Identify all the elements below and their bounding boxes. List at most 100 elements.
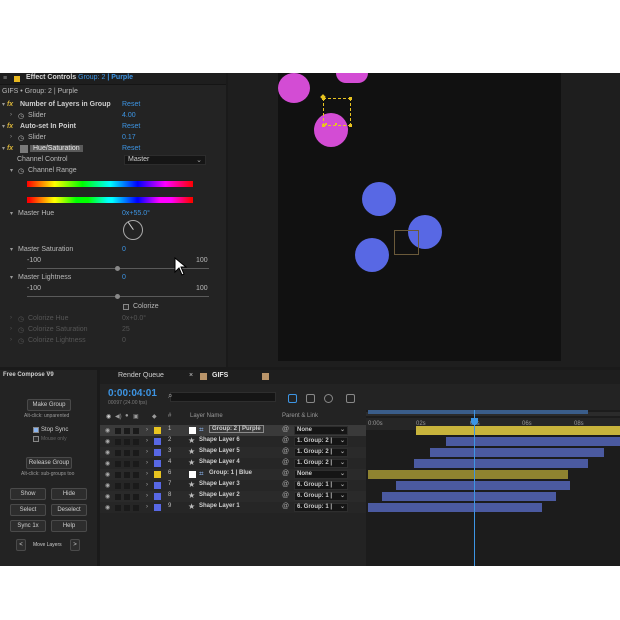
layer-duration-bar[interactable] <box>430 448 604 457</box>
layer-row[interactable]: ◉ › 8 ★ Shape Layer 2 @6. Group: 1 | ⌄ <box>100 491 366 502</box>
mouse-only-checkbox[interactable] <box>33 436 39 442</box>
saturation-slider-knob[interactable] <box>115 266 120 271</box>
comp-flowchart-icon[interactable] <box>288 394 297 403</box>
layer-duration-bar[interactable] <box>446 437 620 446</box>
selection-handle[interactable] <box>349 124 352 127</box>
solo-toggle[interactable] <box>124 494 130 500</box>
parent-dropdown[interactable]: None ⌄ <box>294 470 348 479</box>
lock-toggle[interactable] <box>133 439 139 445</box>
panel-menu-icon[interactable]: ≡ <box>3 75 7 82</box>
parent-pickwhip-icon[interactable]: @ <box>282 470 289 477</box>
eye-icon[interactable]: ◉ <box>105 504 110 511</box>
lock-toggle[interactable] <box>133 461 139 467</box>
label-color-swatch[interactable] <box>154 460 161 467</box>
stopwatch-icon[interactable]: ◷ <box>18 112 24 120</box>
parent-dropdown[interactable]: 6. Group: 1 | ⌄ <box>294 481 348 490</box>
parent-pickwhip-icon[interactable]: @ <box>282 492 289 499</box>
collapse-arrow-icon[interactable]: ▾ <box>10 246 13 253</box>
layer-name[interactable]: Shape Layer 5 <box>199 448 240 454</box>
eye-icon[interactable]: ◉ <box>105 493 110 500</box>
solo-toggle[interactable] <box>124 428 130 434</box>
close-icon[interactable]: × <box>189 372 193 379</box>
parent-dropdown[interactable]: 6. Group: 1 | ⌄ <box>294 492 348 501</box>
layer-name[interactable]: Shape Layer 4 <box>199 459 240 465</box>
master-hue-dial[interactable] <box>123 220 143 240</box>
slider-value[interactable]: 4.00 <box>122 112 136 119</box>
expand-arrow-icon[interactable]: › <box>146 460 148 466</box>
eye-icon[interactable]: ◉ <box>105 449 110 456</box>
parent-pickwhip-icon[interactable]: @ <box>282 426 289 433</box>
layer-duration-bar[interactable] <box>368 470 568 479</box>
audio-toggle[interactable] <box>115 450 121 456</box>
lock-toggle[interactable] <box>133 483 139 489</box>
expand-arrow-icon[interactable]: › <box>146 504 148 510</box>
colorize-checkbox[interactable] <box>123 304 129 310</box>
channel-range-top-bar[interactable] <box>27 181 193 187</box>
parent-pickwhip-icon[interactable]: @ <box>282 459 289 466</box>
lock-toggle[interactable] <box>133 505 139 511</box>
tab-gifs[interactable]: GIFS <box>212 372 228 379</box>
solo-toggle[interactable] <box>124 505 130 511</box>
parent-dropdown[interactable]: 6. Group: 1 | ⌄ <box>294 503 348 512</box>
reset-button[interactable]: Reset <box>122 123 140 130</box>
collapse-arrow-icon[interactable]: ▾ <box>10 210 13 217</box>
label-color-swatch[interactable] <box>154 471 161 478</box>
layer-name[interactable]: Shape Layer 3 <box>199 481 240 487</box>
solo-toggle[interactable] <box>124 461 130 467</box>
reset-button[interactable]: Reset <box>122 101 140 108</box>
audio-toggle[interactable] <box>115 483 121 489</box>
expand-arrow-icon[interactable]: › <box>146 482 148 488</box>
stopwatch-icon[interactable]: ◷ <box>18 134 24 142</box>
layer-name[interactable]: Shape Layer 2 <box>199 492 240 498</box>
move-layers-left-button[interactable]: < <box>16 539 26 551</box>
effect-controls-tab[interactable]: Effect Controls Group: 2 | Purple <box>26 74 133 81</box>
move-layers-right-button[interactable]: > <box>70 539 80 551</box>
parent-dropdown[interactable]: 1. Group: 2 | ⌄ <box>294 437 348 446</box>
lock-toggle[interactable] <box>133 494 139 500</box>
motion-blur-icon[interactable] <box>324 394 333 403</box>
current-time-indicator[interactable] <box>474 410 475 566</box>
expand-arrow-icon[interactable]: › <box>146 493 148 499</box>
layer-name[interactable]: Group: 2 | Purple <box>209 425 264 433</box>
deselect-button[interactable]: Deselect <box>51 504 87 516</box>
parent-dropdown[interactable]: None ⌄ <box>294 426 348 435</box>
parent-pickwhip-icon[interactable]: @ <box>282 503 289 510</box>
channel-control-dropdown[interactable]: Master ⌄ <box>124 155 206 165</box>
expand-arrow-icon[interactable]: › <box>146 427 148 433</box>
selection-handle[interactable] <box>349 97 352 100</box>
layer-search-input[interactable]: ⌕ <box>168 391 276 402</box>
draft-3d-icon[interactable] <box>306 394 315 403</box>
solo-toggle[interactable] <box>124 439 130 445</box>
label-color-swatch[interactable] <box>154 427 161 434</box>
work-area-range[interactable] <box>368 410 588 414</box>
timeline-tracks[interactable]: 0:00s 02s 04s 06s 08s <box>366 410 620 566</box>
release-group-button[interactable]: Release Group <box>26 457 72 469</box>
audio-toggle[interactable] <box>115 472 121 478</box>
lock-toggle[interactable] <box>133 472 139 478</box>
eye-icon[interactable]: ◉ <box>105 482 110 489</box>
playhead-handle[interactable] <box>471 418 478 425</box>
eye-icon[interactable]: ◉ <box>105 460 110 467</box>
stopwatch-icon[interactable]: ◷ <box>18 167 24 175</box>
master-saturation-value[interactable]: 0 <box>122 246 126 253</box>
select-button[interactable]: Select <box>10 504 46 516</box>
composition-canvas[interactable] <box>278 73 561 361</box>
layer-duration-bar[interactable] <box>396 481 570 490</box>
expand-arrow-icon[interactable]: › <box>146 438 148 444</box>
label-color-swatch[interactable] <box>154 504 161 511</box>
solo-toggle[interactable] <box>124 450 130 456</box>
layer-duration-bar[interactable] <box>368 503 542 512</box>
layer-row[interactable]: ◉ › 3 ★ Shape Layer 5 @1. Group: 2 | ⌄ <box>100 447 366 458</box>
layer-duration-bar[interactable] <box>416 426 620 435</box>
current-time-display[interactable]: 0:00:04:01 <box>108 388 157 399</box>
group-selection-box[interactable] <box>323 98 351 126</box>
expand-arrow-icon[interactable]: › <box>10 134 12 140</box>
master-lightness-value[interactable]: 0 <box>122 274 126 281</box>
collapse-arrow-icon[interactable]: ▾ <box>10 167 13 174</box>
parent-pickwhip-icon[interactable]: @ <box>282 481 289 488</box>
composition-viewer[interactable] <box>174 73 620 367</box>
eye-icon[interactable]: ◉ <box>105 427 110 434</box>
audio-toggle[interactable] <box>115 505 121 511</box>
layer-duration-bar[interactable] <box>382 492 556 501</box>
label-color-swatch[interactable] <box>154 493 161 500</box>
